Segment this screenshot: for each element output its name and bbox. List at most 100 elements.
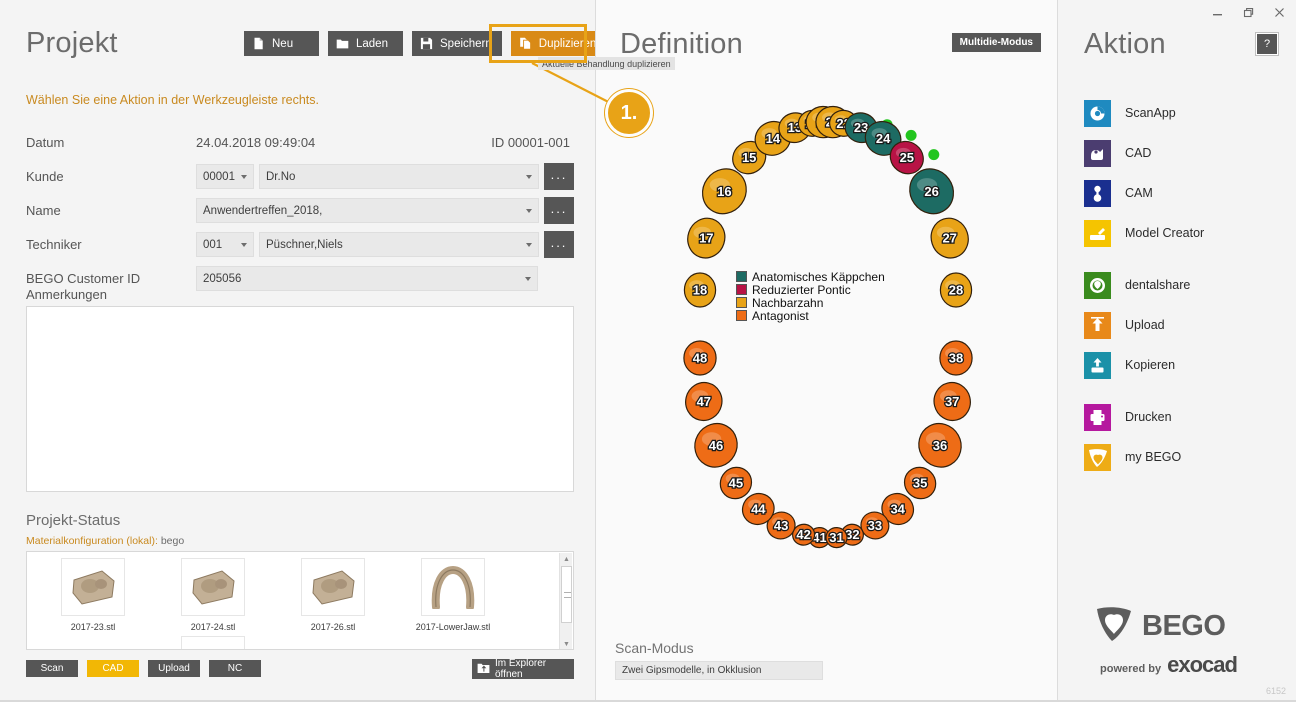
list-item[interactable]: 2017-26.stl [273,556,393,632]
tooth-36[interactable]: 36 [911,416,969,475]
tooth-17[interactable]: 17 [683,213,730,262]
scroll-down-icon[interactable]: ▼ [560,638,573,649]
action-item-kopieren[interactable]: Kopieren [1084,348,1284,382]
action-item-drucken[interactable]: Drucken [1084,400,1284,434]
scan-modus-select[interactable]: Zwei Gipsmodelle, in Okklusion [615,661,823,680]
thumbnail-image [181,558,245,616]
tooth-31[interactable]: 31 [825,526,848,549]
techniker-name-value: Püschner,Niels [266,238,343,251]
techniker-number-value: 001 [203,238,223,251]
tooth-46[interactable]: 46 [687,416,745,475]
kunde-label: Kunde [26,169,64,184]
thumbnail-image [61,558,125,616]
scrollbar-thumb[interactable] [561,566,572,623]
scan-modus-label: Scan-Modus [615,640,694,656]
techniker-number-input[interactable]: 001 [196,232,254,257]
file-thumbnail-list: 2017-23.stl 2017-24.stl 2017-26.stl 2017… [26,551,574,650]
tooth-number: 27 [942,231,956,246]
stage-button-cad[interactable]: CAD [87,660,139,677]
tooth-48[interactable]: 48 [683,340,717,376]
name-row: Name Anwendertreffen_2018, ... [26,196,574,225]
tooth-marker-dot[interactable] [928,149,940,161]
action-item-upload[interactable]: Upload [1084,308,1284,342]
list-item[interactable] [33,634,153,649]
restore-icon[interactable] [1240,4,1257,21]
tooth-number: 35 [913,476,927,491]
chevron-down-icon [241,174,247,179]
tooth-number: 37 [945,394,959,409]
duplicate-button[interactable]: Duplizieren [510,31,607,56]
action-item-label: CAD [1125,146,1152,160]
save-button-label: Speichern [440,37,492,50]
page-title: Projekt [26,27,118,59]
chevron-down-icon [526,174,532,179]
minimize-icon[interactable] [1209,4,1226,21]
anmerkungen-textarea[interactable] [26,306,574,492]
action-item-label: Model Creator [1125,226,1205,240]
kunde-name-input[interactable]: Dr.No [259,164,539,189]
tooth-number: 43 [774,518,788,533]
window-controls [1209,4,1288,21]
name-input[interactable]: Anwendertreffen_2018, [196,198,539,223]
legend-item: Antagonist [736,309,885,323]
chevron-down-icon [526,208,532,213]
tooth-number: 42 [796,527,810,542]
tooth-28[interactable]: 28 [939,272,973,308]
material-config-value: bego [160,535,185,547]
list-item[interactable]: 2017-23.stl [33,556,153,632]
action-item-scanapp[interactable]: ScanApp [1084,96,1284,130]
action-item-label: Drucken [1125,410,1172,424]
legend-swatch-icon [736,310,747,321]
action-item-model-creator[interactable]: Model Creator [1084,216,1284,250]
action-item-cam[interactable]: CAM [1084,176,1284,210]
tooth-37[interactable]: 37 [930,379,974,425]
tooth-38[interactable]: 38 [939,340,973,376]
help-button[interactable]: ? [1255,32,1279,56]
thumbnail-image [181,636,245,649]
techniker-browse-button[interactable]: ... [544,231,574,258]
list-item[interactable]: 2017-LowerJaw.stl [393,556,513,632]
thumbnail-filename: 2017-23.stl [70,622,116,632]
tooth-number: 33 [868,518,882,533]
close-icon[interactable] [1271,4,1288,21]
load-button[interactable]: Laden [328,31,403,56]
multidie-mode-button[interactable]: Multidie-Modus [951,33,1041,52]
list-item[interactable] [153,634,273,649]
list-item[interactable]: 2017-24.stl [153,556,273,632]
folder-up-icon [477,662,490,677]
legend-swatch-icon [736,284,747,295]
dentalshare-icon [1084,271,1111,299]
tooth-marker-dot[interactable] [905,129,917,141]
stage-button-scan[interactable]: Scan [26,660,78,677]
techniker-label: Techniker [26,237,82,252]
new-button[interactable]: Neu [244,31,319,56]
kunde-browse-button[interactable]: ... [544,163,574,190]
tooth-18[interactable]: 18 [683,272,717,308]
action-item-my-bego[interactable]: my BEGO [1084,440,1284,474]
name-value: Anwendertreffen_2018, [203,204,323,217]
save-button[interactable]: Speichern [412,31,502,56]
tooth-47[interactable]: 47 [682,379,726,425]
tooth-number: 15 [742,150,756,165]
file-thumbnail-row: 2017-23.stl 2017-24.stl 2017-26.stl 2017… [27,552,573,632]
open-in-explorer-button[interactable]: Im Explorer öffnen [472,658,574,680]
action-item-dentalshare[interactable]: dentalshare [1084,268,1284,302]
datum-value: 24.04.2018 09:49:04 [196,135,316,150]
stage-button-upload[interactable]: Upload [148,660,200,677]
thumbnail-scrollbar[interactable]: ▲ ▼ [559,553,573,649]
datum-label: Datum [26,135,65,150]
customer-id-input[interactable]: 205056 [196,266,538,291]
kunde-number-input[interactable]: 00001 [196,164,254,189]
tooth-27[interactable]: 27 [926,213,973,262]
copy-icon [519,37,532,50]
legend-item: Reduzierter Pontic [736,283,885,297]
legend-label: Anatomisches Käppchen [752,269,885,284]
name-browse-button[interactable]: ... [544,197,574,224]
tooth-chart[interactable]: 1817161514131211212223242526272841424344… [596,58,1059,628]
project-panel: Projekt Neu Laden Speichern Duplizieren … [0,0,607,702]
scroll-up-icon[interactable]: ▲ [560,553,573,565]
tooth-number: 34 [890,502,905,517]
stage-button-nc[interactable]: NC [209,660,261,677]
techniker-name-input[interactable]: Püschner,Niels [259,232,539,257]
action-item-cad[interactable]: CAD [1084,136,1284,170]
